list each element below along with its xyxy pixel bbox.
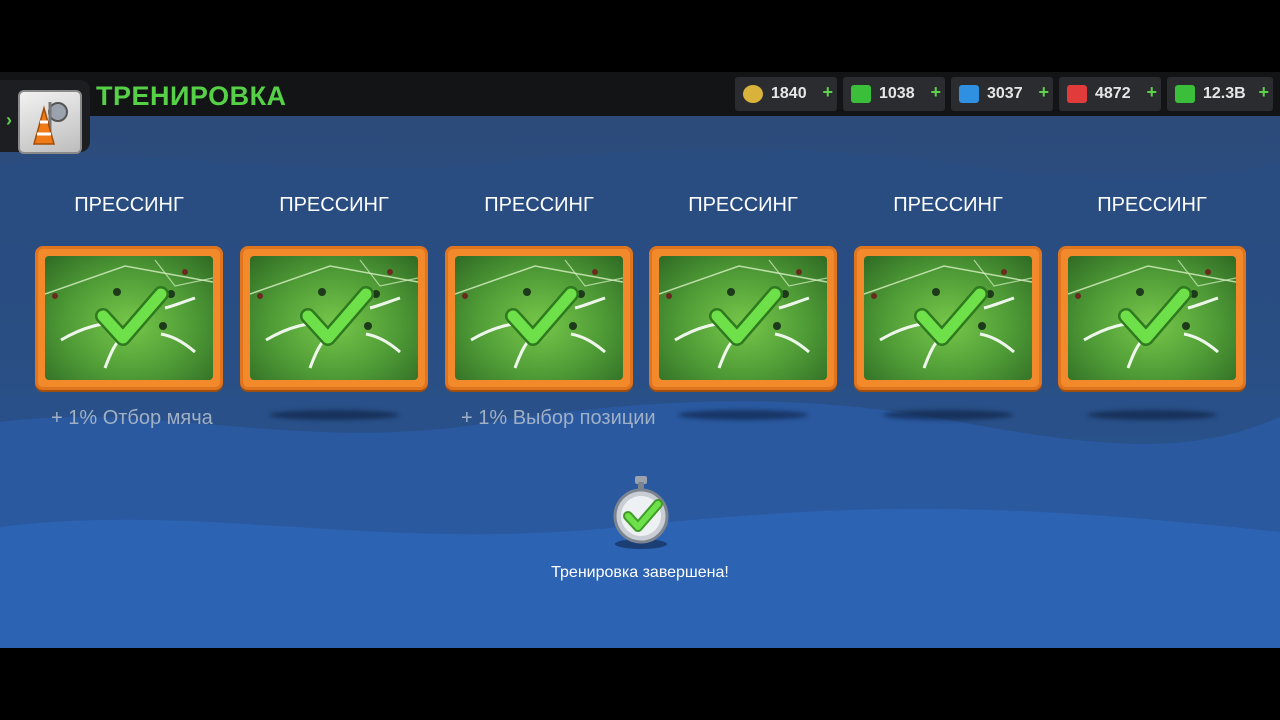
drill-image	[45, 256, 213, 380]
drill-card[interactable]	[445, 246, 633, 390]
drill-image	[659, 256, 827, 380]
card-shadow	[883, 410, 1013, 420]
health-icon	[1067, 85, 1087, 103]
stopwatch-check-icon	[613, 476, 669, 549]
chevron-right-icon: ›	[6, 110, 12, 130]
currency-value: 12.3B	[1203, 85, 1246, 102]
currency-value: 1840	[771, 85, 807, 102]
drill-bonus: + 1% Выбор позиции	[461, 407, 656, 429]
training-complete-text: Тренировка завершена!	[551, 564, 729, 581]
training-cone-icon	[18, 90, 82, 154]
game-screen: › ТРЕНИРОВКА 1840 +1038 +3037 +4872 +12.3B + …	[0, 72, 1280, 648]
drill-image	[864, 256, 1032, 380]
drill-card[interactable]	[854, 246, 1042, 390]
add-currency-button[interactable]: +	[1146, 82, 1157, 103]
drill-title: ПРЕССИНГ	[688, 194, 798, 216]
drill-title: ПРЕССИНГ	[74, 194, 184, 216]
card-shadow	[1087, 410, 1217, 420]
letterbox-bottom	[0, 648, 1280, 720]
currency-health: 4872 +	[1059, 77, 1161, 111]
drill-image	[250, 256, 418, 380]
cash-icon	[851, 85, 871, 103]
energy-icon	[959, 85, 979, 103]
drill-title: ПРЕССИНГ	[484, 194, 594, 216]
drill-image	[1068, 256, 1236, 380]
currency-cash: 1038 +	[843, 77, 945, 111]
drill-title: ПРЕССИНГ	[1097, 194, 1207, 216]
currency-value: 4872	[1095, 85, 1131, 102]
currency-energy: 3037 +	[951, 77, 1053, 111]
add-currency-button[interactable]: +	[930, 82, 941, 103]
page-title: ТРЕНИРОВКА	[96, 81, 287, 111]
add-currency-button[interactable]: +	[822, 82, 833, 103]
letterbox-top	[0, 0, 1280, 72]
drill-card[interactable]	[35, 246, 223, 390]
add-currency-button[interactable]: +	[1038, 82, 1049, 103]
currency-token: 1840 +	[735, 77, 837, 111]
drill-bonus: + 1% Отбор мяча	[51, 407, 213, 429]
currency-value: 1038	[879, 85, 915, 102]
money-icon	[1175, 85, 1195, 103]
token-icon	[743, 85, 763, 103]
currency-value: 3037	[987, 85, 1023, 102]
drill-title: ПРЕССИНГ	[893, 194, 1003, 216]
drill-card[interactable]	[649, 246, 837, 390]
card-shadow	[269, 410, 399, 420]
card-shadow	[678, 410, 808, 420]
currency-money: 12.3B +	[1167, 77, 1273, 111]
add-currency-button[interactable]: +	[1258, 82, 1269, 103]
menu-tab[interactable]: ›	[0, 80, 90, 154]
drill-card[interactable]	[240, 246, 428, 390]
drill-card[interactable]	[1058, 246, 1246, 390]
drill-image	[455, 256, 623, 380]
drill-title: ПРЕССИНГ	[279, 194, 389, 216]
